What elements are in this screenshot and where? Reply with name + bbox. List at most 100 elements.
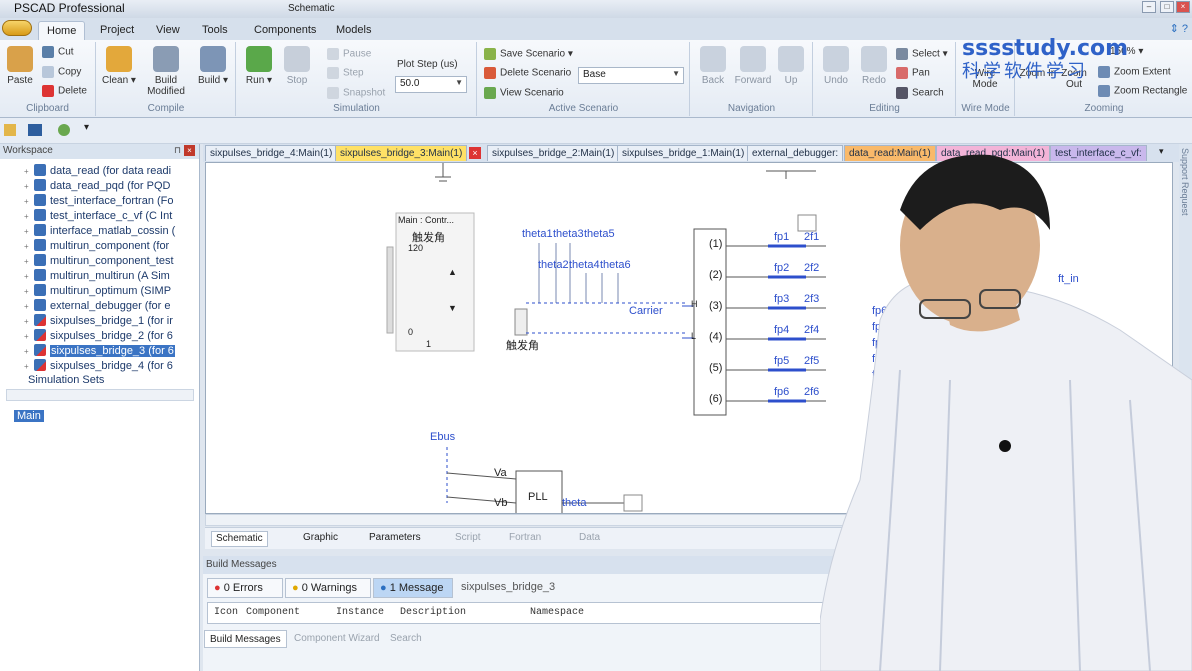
column-header[interactable]: Icon	[214, 607, 238, 618]
clean-button[interactable]: Clean ▾	[99, 44, 139, 86]
main-node[interactable]: Main	[14, 410, 44, 422]
stop-button[interactable]: Stop	[277, 44, 317, 86]
scenario-select[interactable]: Base ▼	[578, 67, 684, 84]
plot-step-input[interactable]: 50.0 ▼	[395, 76, 467, 93]
refresh-icon[interactable]	[58, 124, 70, 136]
doc-tab[interactable]: sixpulses_bridge_4:Main(1)	[205, 145, 338, 161]
workspace-project-item[interactable]: + sixpulses_bridge_2 (for 6	[24, 329, 173, 344]
delete-button[interactable]: Delete	[42, 85, 87, 102]
up-button[interactable]: Up	[771, 44, 811, 86]
tab-data[interactable]: Data	[575, 531, 604, 547]
build-modified-button[interactable]: Build Modified	[141, 44, 191, 97]
tab-graphic[interactable]: Graphic	[299, 531, 342, 547]
expand-icon[interactable]: +	[24, 362, 32, 371]
tab-build-messages[interactable]: Build Messages	[204, 630, 287, 648]
close-button[interactable]: ×	[1176, 1, 1190, 13]
close-tab-icon[interactable]: ×	[469, 147, 481, 159]
expand-icon[interactable]: +	[24, 197, 32, 206]
doc-tab-active[interactable]: sixpulses_bridge_3:Main(1)	[335, 145, 468, 161]
open-folder-icon[interactable]	[4, 124, 16, 136]
slider-up-arrow-icon[interactable]: ▲	[448, 267, 457, 277]
tab-tools[interactable]: Tools	[194, 21, 236, 40]
build-button[interactable]: Build ▾	[193, 44, 233, 86]
tab-component-wizard[interactable]: Component Wizard	[289, 630, 385, 648]
workspace-project-item[interactable]: + test_interface_fortran (Fo	[24, 194, 174, 209]
slider-track[interactable]	[386, 246, 394, 334]
workspace-project-item[interactable]: + external_debugger (for e	[24, 299, 170, 314]
workspace-project-item[interactable]: + sixpulses_bridge_3 (for 6	[24, 344, 175, 359]
maximize-button[interactable]: □	[1160, 1, 1174, 13]
doc-tab[interactable]: sixpulses_bridge_2:Main(1)	[487, 145, 620, 161]
copy-button[interactable]: Copy	[42, 66, 81, 83]
warnings-filter-button[interactable]: ● 0 Warnings	[285, 578, 371, 598]
paste-button[interactable]: Paste	[0, 44, 40, 86]
slider-down-arrow-icon[interactable]: ▼	[448, 303, 457, 313]
workspace-project-item[interactable]: + multirun_component (for	[24, 239, 169, 254]
workspace-project-item[interactable]: + test_interface_c_vf (C Int	[24, 209, 172, 224]
snapshot-button[interactable]: Snapshot	[327, 87, 385, 104]
delete-scenario-button[interactable]: Delete Scenario	[484, 67, 571, 84]
messages-filter-button[interactable]: ● 1 Message	[373, 578, 453, 598]
tab-components[interactable]: Components	[246, 21, 324, 40]
search-button[interactable]: Search	[896, 87, 944, 104]
simulation-sets-node[interactable]: Simulation Sets	[28, 374, 104, 389]
tab-schematic[interactable]: Schematic	[211, 531, 268, 547]
run-button[interactable]: Run ▾	[239, 44, 279, 86]
expand-icon[interactable]: +	[24, 257, 32, 266]
forward-button[interactable]: Forward	[733, 44, 773, 86]
errors-filter-button[interactable]: ● 0 Errors	[207, 578, 283, 598]
doc-tab[interactable]: sixpulses_bridge_1:Main(1)	[617, 145, 750, 161]
expand-icon[interactable]: +	[24, 287, 32, 296]
tab-parameters[interactable]: Parameters	[365, 531, 425, 547]
tab-view[interactable]: View	[148, 21, 188, 40]
cut-button[interactable]: Cut	[42, 46, 74, 63]
workspace-project-item[interactable]: + multirun_component_test	[24, 254, 174, 269]
pan-button[interactable]: Pan	[896, 67, 930, 84]
back-button[interactable]: Back	[693, 44, 733, 86]
tab-script[interactable]: Script	[451, 531, 485, 547]
expand-icon[interactable]: +	[24, 182, 32, 191]
expand-icon[interactable]: +	[24, 317, 32, 326]
expand-icon[interactable]: +	[24, 242, 32, 251]
save-icon[interactable]	[28, 124, 42, 136]
column-header[interactable]: Component	[246, 607, 300, 618]
tab-search[interactable]: Search	[385, 630, 427, 648]
workspace-project-item[interactable]: + sixpulses_bridge_1 (for ir	[24, 314, 173, 329]
qat-customize-icon[interactable]: ▾	[84, 122, 89, 133]
expand-icon[interactable]: +	[24, 347, 32, 356]
firing-pulse-block[interactable]	[693, 228, 727, 416]
column-header[interactable]: Namespace	[530, 607, 584, 618]
tab-home[interactable]: Home	[38, 21, 86, 40]
expand-icon[interactable]: +	[24, 212, 32, 221]
tab-fortran[interactable]: Fortran	[505, 531, 545, 547]
workspace-project-item[interactable]: + multirun_optimum (SIMP	[24, 284, 171, 299]
column-header[interactable]: Instance	[336, 607, 384, 618]
view-scenario-button[interactable]: View Scenario	[484, 87, 564, 104]
select-button[interactable]: Select ▾	[896, 48, 948, 65]
undo-button[interactable]: Undo	[816, 44, 856, 86]
workspace-project-item[interactable]: + multirun_multirun (A Sim	[24, 269, 170, 284]
help-icon[interactable]: ⇕ ?	[1170, 22, 1188, 35]
application-menu-button[interactable]	[2, 20, 32, 36]
tab-project[interactable]: Project	[92, 21, 142, 40]
step-button[interactable]: Step	[327, 67, 364, 84]
column-header[interactable]: Description	[400, 607, 466, 618]
canvas-hscrollbar[interactable]	[205, 514, 905, 526]
pin-icon[interactable]: ⊓	[174, 145, 181, 156]
expand-icon[interactable]: +	[24, 167, 32, 176]
redo-button[interactable]: Redo	[854, 44, 894, 86]
expand-icon[interactable]: +	[24, 272, 32, 281]
expand-icon[interactable]: +	[24, 332, 32, 341]
workspace-project-item[interactable]: + interface_matlab_cossin (	[24, 224, 175, 239]
minimize-button[interactable]: –	[1142, 1, 1156, 13]
expand-icon[interactable]: +	[24, 227, 32, 236]
workspace-project-item[interactable]: + data_read_pqd (for PQD	[24, 179, 170, 194]
close-icon[interactable]: ×	[184, 145, 195, 156]
tab-models[interactable]: Models	[328, 21, 379, 40]
expand-icon[interactable]: +	[24, 302, 32, 311]
save-scenario-button[interactable]: Save Scenario ▾	[484, 48, 573, 65]
workspace-project-item[interactable]: + data_read (for data readi	[24, 164, 171, 179]
workspace-project-item[interactable]: + sixpulses_bridge_4 (for 6	[24, 359, 173, 374]
pause-button[interactable]: Pause	[327, 48, 371, 65]
workspace-hscrollbar[interactable]	[6, 389, 194, 401]
